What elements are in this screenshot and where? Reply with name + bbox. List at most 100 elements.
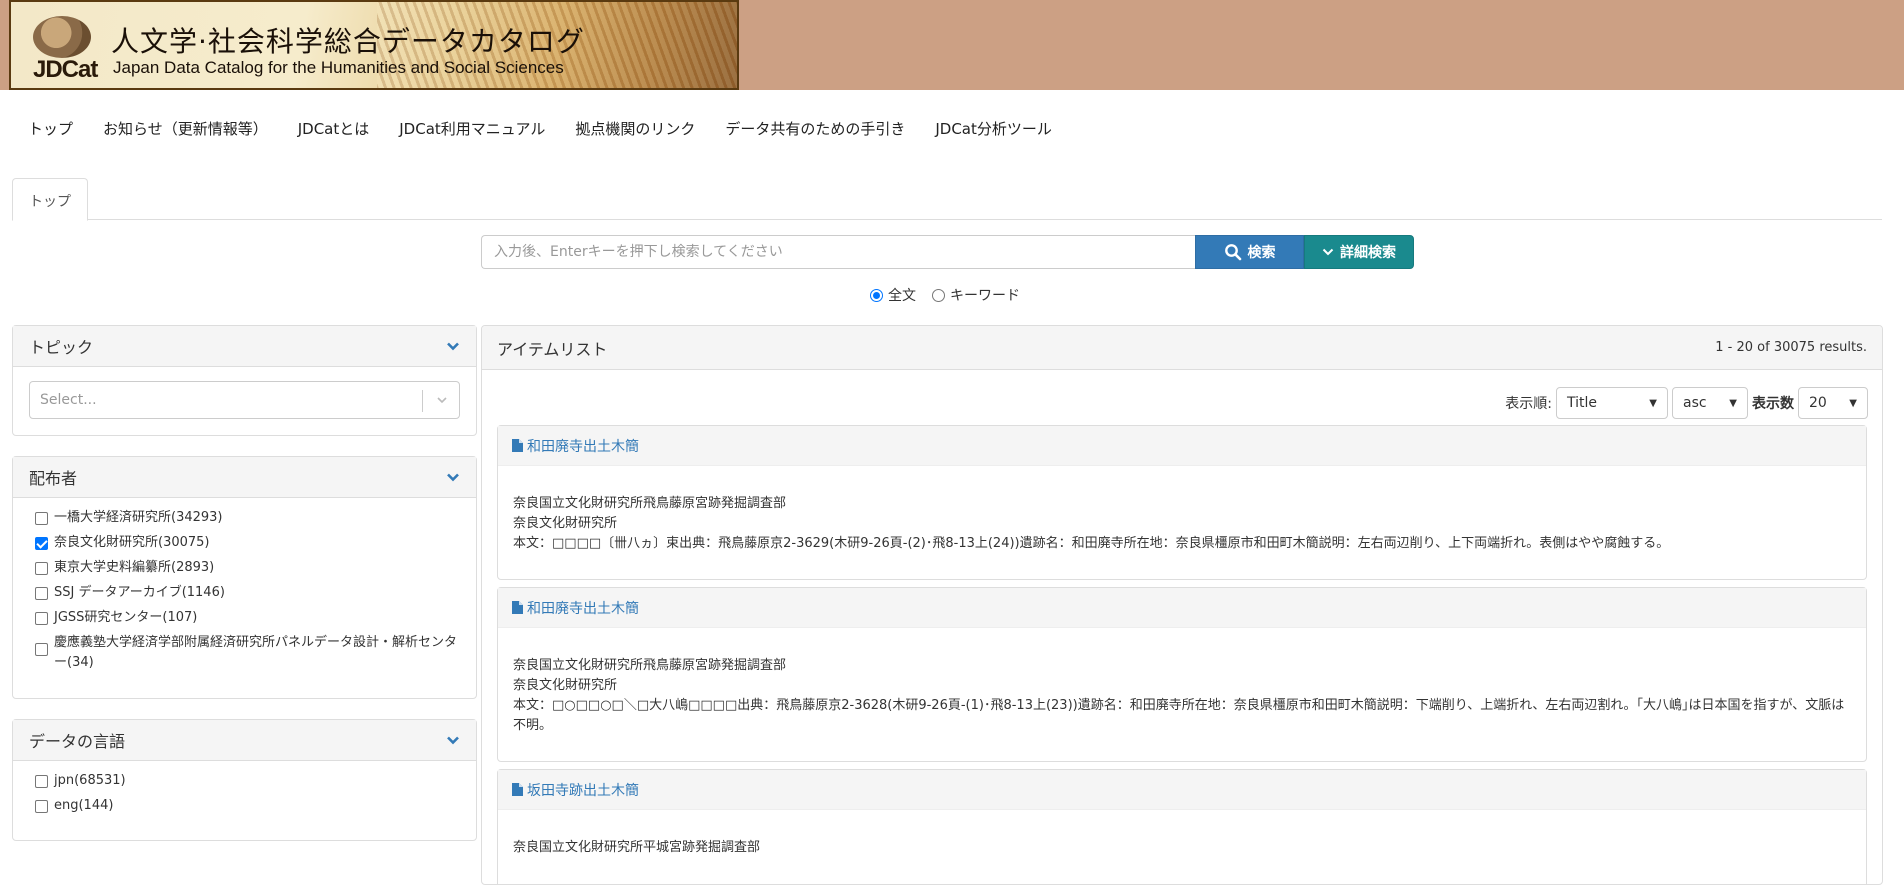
nav-item-news[interactable]: お知らせ（更新情報等） [103,118,268,140]
distributor-label[interactable]: JGSS研究センター(107) [54,608,197,628]
topic-panel: トピック Select... [12,325,477,436]
result-creator: 奈良国立文化財研究所飛鳥藤原宮跡発掘調査部 [513,496,787,511]
result-item-body: 奈良国立文化財研究所飛鳥藤原宮跡発掘調査部 奈良文化財研究所 本文：□○□□○□… [498,628,1866,748]
sort-field-value: Title [1567,395,1598,411]
result-item-header: 和田廃寺出土木簡 [498,588,1866,628]
distributor-label[interactable]: 東京大学史料編纂所(2893) [54,558,214,578]
sort-order-value: asc [1683,395,1707,411]
result-title-link[interactable]: 坂田寺跡出土木簡 [512,780,639,800]
distributor-label[interactable]: 慶應義塾大学経済学部附属経済研究所パネルデータ設計・解析センター(34) [54,633,462,673]
language-panel: データの言語 jpn(68531) eng(144) [12,719,477,841]
result-item-header: 和田廃寺出土木簡 [498,426,1866,466]
radio-fulltext-label: 全文 [888,288,916,304]
list-item: 奈良文化財研究所(30075) [35,533,462,553]
select-separator [422,390,423,412]
sort-bar: 表示順: Title ▼ asc ▼ 表示数 20 ▼ [1505,387,1868,419]
radio-keyword[interactable] [932,288,945,302]
distributor-label[interactable]: SSJ データアーカイブ(1146) [54,583,225,603]
distributor-checkbox[interactable] [35,587,48,600]
search-button[interactable]: 検索 [1195,235,1304,269]
search-button-label: 検索 [1247,245,1276,261]
nav-item-links[interactable]: 拠点機関のリンク [575,118,695,140]
distributor-checkbox[interactable] [35,537,48,550]
language-panel-title: データの言語 [29,732,126,751]
file-icon [512,783,523,796]
item-list-header: アイテムリスト 1 - 20 of 30075 results. [482,326,1882,370]
result-publisher: 奈良文化財研究所 [513,678,618,693]
chevron-down-icon[interactable] [446,339,460,353]
language-list: jpn(68531) eng(144) [13,761,476,829]
count-label: 表示数 [1752,396,1794,412]
select-arrow-icon[interactable] [435,393,449,407]
tab-bar: トップ [12,178,1882,221]
search-mode-group: 全文 キーワード [870,285,1036,305]
result-creator: 奈良国立文化財研究所平城宮跡発掘調査部 [513,840,761,855]
chevron-down-icon: ▼ [1649,397,1657,409]
language-checkbox[interactable] [35,775,48,788]
results-count: 1 - 20 of 30075 results. [1715,340,1867,355]
distributor-checkbox[interactable] [35,512,48,525]
language-label[interactable]: jpn(68531) [54,771,126,791]
radio-fulltext[interactable] [870,288,883,302]
item-list-panel: アイテムリスト 1 - 20 of 30075 results. 表示順: Ti… [481,325,1883,885]
distributor-checkbox[interactable] [35,562,48,575]
result-title[interactable]: 和田廃寺出土木簡 [527,436,639,456]
result-description: 本文：□□□□〔卌八ヵ〕束出典：飛鳥藤原京2-3629(木研9-26頁-(2)･… [513,536,1670,551]
result-item: 坂田寺跡出土木簡 奈良国立文化財研究所平城宮跡発掘調査部 [497,769,1867,884]
site-logo[interactable]: JDCat 人文学·社会科学総合データカタログ Japan Data Catal… [9,0,739,90]
result-title-link[interactable]: 和田廃寺出土木簡 [512,598,639,618]
language-label[interactable]: eng(144) [54,796,113,816]
item-list-title: アイテムリスト [497,339,608,359]
language-checkbox[interactable] [35,800,48,813]
site-header: JDCat 人文学·社会科学総合データカタログ Japan Data Catal… [0,0,1904,90]
nav-item-top[interactable]: トップ [28,118,73,140]
result-publisher: 奈良文化財研究所 [513,516,618,531]
distributor-panel-header[interactable]: 配布者 [13,457,476,498]
sort-order-select[interactable]: asc ▼ [1672,387,1748,419]
topic-select[interactable]: Select... [29,381,460,419]
radio-keyword-label: キーワード [950,288,1020,304]
search-icon [1224,244,1241,261]
chevron-down-icon[interactable] [446,733,460,747]
result-item: 和田廃寺出土木簡 奈良国立文化財研究所飛鳥藤原宮跡発掘調査部 奈良文化財研究所 … [497,425,1867,580]
file-icon [512,439,523,452]
language-panel-header[interactable]: データの言語 [13,720,476,761]
distributor-label[interactable]: 奈良文化財研究所(30075) [54,533,210,553]
distributor-checkbox[interactable] [35,643,48,656]
result-title[interactable]: 坂田寺跡出土木簡 [527,780,639,800]
list-item: SSJ データアーカイブ(1146) [35,583,462,603]
nav-item-tools[interactable]: JDCat分析ツール [935,118,1052,140]
count-value: 20 [1809,395,1827,411]
nav-item-manual[interactable]: JDCat利用マニュアル [399,118,545,140]
nav-item-guide[interactable]: データ共有のための手引き [725,118,905,140]
distributor-panel: 配布者 一橋大学経済研究所(34293) 奈良文化財研究所(30075) 東京大… [12,456,477,699]
list-item: 一橋大学経済研究所(34293) [35,508,462,528]
sort-label: 表示順: [1505,396,1552,412]
topic-panel-title: トピック [29,338,94,357]
distributor-checkbox[interactable] [35,612,48,625]
distributor-list: 一橋大学経済研究所(34293) 奈良文化財研究所(30075) 東京大学史料編… [13,498,476,686]
result-item-body: 奈良国立文化財研究所平城宮跡発掘調査部 [498,810,1866,870]
result-title-link[interactable]: 和田廃寺出土木簡 [512,436,639,456]
advanced-search-button[interactable]: 詳細検索 [1304,235,1414,269]
chevron-down-icon: ▼ [1849,397,1857,409]
count-select[interactable]: 20 ▼ [1798,387,1868,419]
chevron-down-icon[interactable] [446,470,460,484]
topic-panel-header[interactable]: トピック [13,326,476,367]
file-icon [512,601,523,614]
list-item: jpn(68531) [35,771,462,791]
chevron-down-icon: ▼ [1729,397,1737,409]
distributor-panel-title: 配布者 [29,469,78,488]
result-description: 本文：□○□□○□＼□大八嶋□□□□出典：飛鳥藤原京2-3628(木研9-26頁… [513,698,1845,733]
tab-top[interactable]: トップ [12,178,88,221]
logo-abbr: JDCat [33,56,98,83]
chevron-down-icon [1322,248,1334,256]
site-title: 人文学·社会科学総合データカタログ [111,25,585,58]
main-nav: トップ お知らせ（更新情報等） JDCatとは JDCat利用マニュアル 拠点機… [28,118,1082,140]
sort-field-select[interactable]: Title ▼ [1556,387,1668,419]
search-input[interactable] [481,235,1195,269]
nav-item-about[interactable]: JDCatとは [298,118,370,140]
distributor-label[interactable]: 一橋大学経済研究所(34293) [54,508,223,528]
result-title[interactable]: 和田廃寺出土木簡 [527,598,639,618]
list-item: 慶應義塾大学経済学部附属経済研究所パネルデータ設計・解析センター(34) [35,633,462,673]
